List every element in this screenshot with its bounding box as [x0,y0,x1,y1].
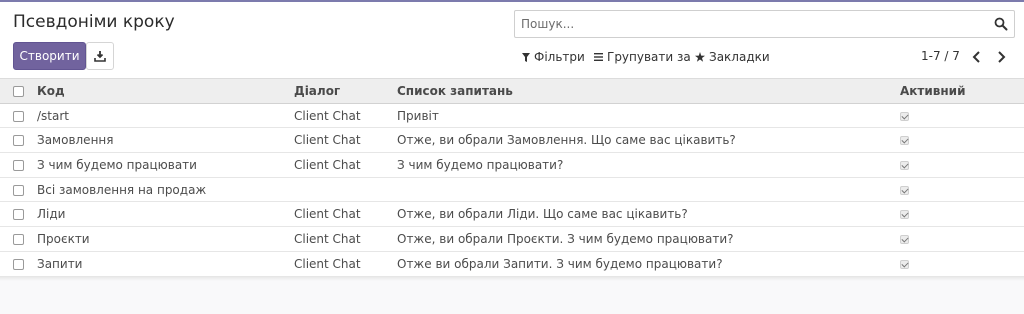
cell-dialog [294,177,397,203]
select-all-cell [0,78,37,104]
cell-questions: Привіт [397,103,900,129]
active-check-icon [900,234,909,244]
cell-code: Замовлення [37,127,294,154]
cell-questions: З чим будемо працювати? [397,152,900,178]
chevron-right-icon[interactable] [994,49,1008,65]
control-panel: Псевдоніми кроку Створити Фільтри Групув… [0,2,1024,78]
table-row[interactable]: Всі замовлення на продаж [0,177,1024,203]
header-active[interactable]: Активний [900,78,1024,104]
cell-code: Ліди [37,201,294,228]
cell-dialog: Client Chat [294,226,397,252]
search-icon[interactable] [994,17,1008,31]
active-check-icon [900,111,909,121]
active-check-icon [900,160,909,170]
active-check-icon [900,210,909,220]
search-input[interactable] [521,11,991,37]
download-icon [94,51,106,62]
filters-label: Фільтри [534,50,585,64]
table-row[interactable]: З чим будемо працювати Client Chat З чим… [0,152,1024,178]
table-header-row: Код Діалог Список запитань Активний [0,78,1024,104]
cell-dialog: Client Chat [294,251,397,277]
active-check-icon [900,136,909,146]
cell-dialog: Client Chat [294,127,397,154]
cell-questions: Отже, ви обрали Проєкти. З чим будемо пр… [397,226,900,252]
row-checkbox[interactable] [13,209,24,221]
row-checkbox[interactable] [13,110,24,122]
create-button[interactable]: Створити [13,42,86,70]
row-checkbox[interactable] [13,159,24,171]
row-checkbox[interactable] [13,135,24,147]
chevron-left-icon[interactable] [970,49,984,65]
star-icon [695,52,705,62]
cell-code: З чим будемо працювати [37,152,294,178]
active-check-icon [900,259,909,269]
table-row[interactable]: Замовлення Client Chat Отже, ви обрали З… [0,127,1024,154]
group-by-toggle[interactable]: Групувати за [594,49,691,65]
cell-questions [397,177,900,203]
cell-code: Запити [37,251,294,277]
page-title: Псевдоніми кроку [13,12,175,32]
table-row[interactable]: /start Client Chat Привіт [0,103,1024,129]
group-by-label: Групувати за [607,50,691,64]
pager-value[interactable]: 1-7 / 7 [921,49,960,63]
data-table: Код Діалог Список запитань Активний /sta… [0,78,1024,277]
cell-code: /start [37,103,294,129]
active-check-icon [900,185,909,195]
table-footer-shadow [0,276,1024,281]
table-row[interactable]: Проєкти Client Chat Отже, ви обрали Проє… [0,226,1024,252]
cell-dialog: Client Chat [294,152,397,178]
cell-questions: Отже ви обрали Запити. З чим будемо прац… [397,251,900,277]
row-checkbox[interactable] [13,184,24,196]
cell-questions: Отже, ви обрали Ліди. Що саме вас цікави… [397,201,900,228]
cell-code: Всі замовлення на продаж [37,177,294,203]
cell-questions: Отже, ви обрали Замовлення. Що саме вас … [397,127,900,154]
cell-dialog: Client Chat [294,103,397,129]
filters-toggle[interactable]: Фільтри [522,49,585,65]
list-view: Код Діалог Список запитань Активний /sta… [0,78,1024,281]
cell-dialog: Client Chat [294,201,397,228]
group-by-icon [594,53,603,61]
table-row[interactable]: Запити Client Chat Отже ви обрали Запити… [0,251,1024,277]
download-button[interactable] [86,42,114,70]
header-dialog[interactable]: Діалог [294,78,397,104]
table-row[interactable]: Ліди Client Chat Отже, ви обрали Ліди. Щ… [0,201,1024,228]
filter-icon [522,52,530,62]
favorites-label: Закладки [709,50,770,64]
search-box[interactable] [514,10,1015,38]
header-questions[interactable]: Список запитань [397,78,900,104]
header-code[interactable]: Код [37,78,294,104]
select-all-checkbox[interactable] [13,85,24,97]
favorites-toggle[interactable]: Закладки [695,49,770,65]
cell-code: Проєкти [37,226,294,252]
row-checkbox[interactable] [13,233,24,245]
row-checkbox[interactable] [13,258,24,270]
